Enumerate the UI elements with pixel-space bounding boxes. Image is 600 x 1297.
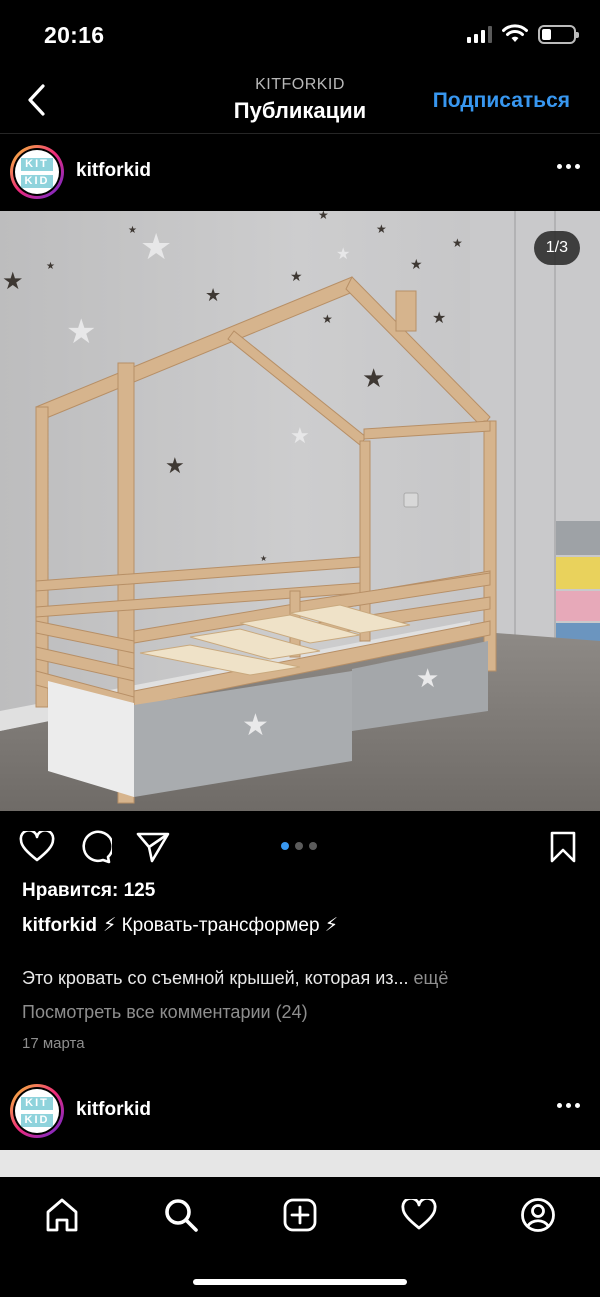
likes-count[interactable]: Нравится: 125 xyxy=(22,880,155,902)
nav-header: KITFORKID Публикации Подписаться xyxy=(0,70,600,134)
home-icon xyxy=(46,1198,78,1232)
svg-text:★: ★ xyxy=(140,226,172,267)
status-icons xyxy=(467,24,579,44)
save-button[interactable] xyxy=(544,828,582,866)
carousel-dot xyxy=(281,842,289,850)
caption-username[interactable]: kitforkid xyxy=(22,915,97,936)
wifi-icon xyxy=(502,24,528,42)
svg-text:★: ★ xyxy=(290,423,310,448)
profile-icon xyxy=(521,1198,555,1232)
status-bar: 20:16 xyxy=(0,0,600,70)
svg-text:★: ★ xyxy=(290,268,303,284)
kitforkid-logo: KIT KID xyxy=(15,1089,59,1133)
cellular-signal-icon xyxy=(467,25,492,43)
svg-text:★: ★ xyxy=(376,222,387,236)
post-date: 17 марта xyxy=(22,1035,85,1052)
tab-profile[interactable] xyxy=(518,1195,558,1235)
send-icon xyxy=(136,832,170,863)
avatar[interactable]: KIT KID xyxy=(10,145,64,199)
share-button[interactable] xyxy=(134,828,172,866)
svg-text:★: ★ xyxy=(2,268,24,295)
post-actions xyxy=(0,822,600,872)
svg-text:★: ★ xyxy=(362,363,385,393)
tab-home[interactable] xyxy=(42,1195,82,1235)
svg-text:★: ★ xyxy=(66,313,96,351)
next-post-image[interactable] xyxy=(0,1150,600,1178)
svg-text:★: ★ xyxy=(336,246,350,263)
svg-text:★: ★ xyxy=(205,285,221,305)
svg-text:★: ★ xyxy=(416,663,439,693)
heart-icon xyxy=(19,831,55,862)
post-username[interactable]: kitforkid xyxy=(76,1099,151,1121)
carousel-dot xyxy=(309,842,317,850)
svg-text:★: ★ xyxy=(318,211,329,222)
post-header: KIT KID kitforkid xyxy=(0,134,600,210)
bed-photo: ★★ ★★ ★★ ★★ ★★ ★★ ★★ ★★ ★★ ★ ★ xyxy=(0,211,600,811)
next-post-header: KIT KID kitforkid xyxy=(0,1073,600,1149)
status-time: 20:16 xyxy=(44,22,105,48)
description-text: Это кровать со съемной крышей, которая и… xyxy=(22,968,409,988)
svg-text:★: ★ xyxy=(242,709,269,742)
post-image[interactable]: ★ ★ ★ ★ ★ ★ ★ ★ ★ ★ ★ ★ ★ ★ ★ ★ ★ ★ ★ ★ … xyxy=(0,211,600,811)
avatar[interactable]: KIT KID xyxy=(10,1084,64,1138)
more-options-button[interactable] xyxy=(557,164,580,169)
svg-text:★: ★ xyxy=(410,256,423,272)
create-icon xyxy=(283,1198,317,1232)
comment-icon xyxy=(82,830,112,864)
search-icon xyxy=(165,1199,198,1232)
activity-heart-icon xyxy=(401,1199,437,1230)
more-options-button[interactable] xyxy=(557,1103,580,1108)
svg-text:★: ★ xyxy=(322,312,333,326)
svg-text:★: ★ xyxy=(46,261,55,272)
svg-text:★: ★ xyxy=(260,554,267,563)
view-comments-link[interactable]: Посмотреть все комментарии (24) xyxy=(22,1002,308,1023)
home-indicator[interactable] xyxy=(193,1279,407,1285)
tab-activity[interactable] xyxy=(399,1195,439,1235)
kitforkid-logo: KIT KID xyxy=(15,150,59,194)
svg-text:★: ★ xyxy=(165,453,185,478)
post-username[interactable]: kitforkid xyxy=(76,160,151,182)
more-link[interactable]: ещё xyxy=(414,968,449,988)
tab-search[interactable] xyxy=(161,1195,201,1235)
comment-button[interactable] xyxy=(76,828,114,866)
svg-text:★: ★ xyxy=(452,236,463,250)
bookmark-icon xyxy=(550,831,576,863)
carousel-dot xyxy=(295,842,303,850)
caption-text: ⚡ Кровать-трансформер ⚡ xyxy=(102,915,339,936)
image-counter: 1/3 xyxy=(533,231,580,265)
carousel-indicator xyxy=(281,842,317,850)
svg-text:★: ★ xyxy=(128,225,137,236)
battery-icon xyxy=(538,24,579,44)
follow-button[interactable]: Подписаться xyxy=(433,89,570,113)
post-description: Это кровать со съемной крышей, которая и… xyxy=(22,968,448,989)
like-button[interactable] xyxy=(18,828,56,866)
tab-create[interactable] xyxy=(280,1195,320,1235)
svg-text:★: ★ xyxy=(432,310,446,327)
caption: kitforkid ⚡ Кровать-трансформер ⚡ xyxy=(22,914,338,937)
